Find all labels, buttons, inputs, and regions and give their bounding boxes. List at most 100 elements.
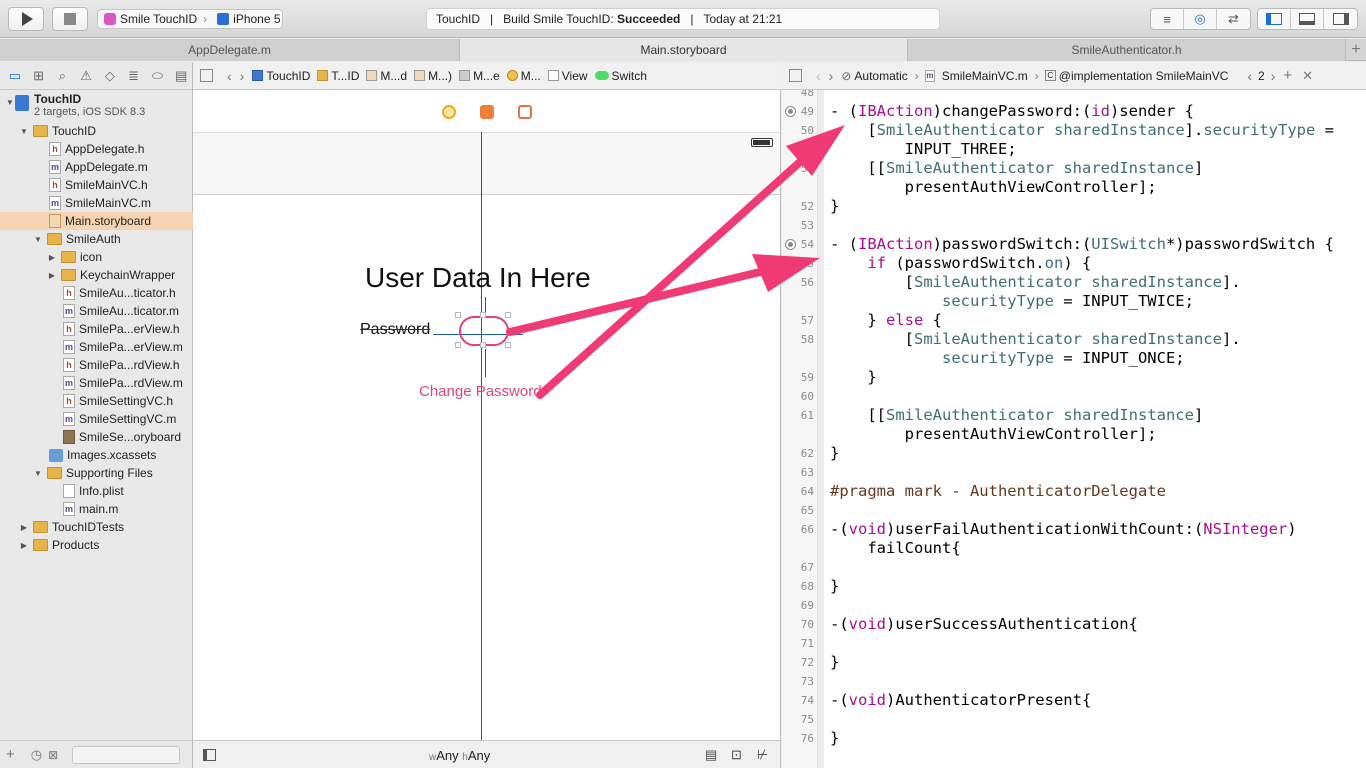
jump-item[interactable]: C @implementation SmileMainVC	[1044, 69, 1228, 83]
first-responder-icon[interactable]	[480, 105, 494, 119]
jump-item[interactable]: TouchID	[252, 69, 310, 83]
warning-icon[interactable]: ⚠	[75, 66, 97, 86]
exit-icon[interactable]	[518, 105, 532, 119]
code-line: - (IBAction)changePassword:(id)sender {	[830, 102, 1194, 120]
folder-icon[interactable]: ▭	[4, 66, 26, 86]
size-class-selector[interactable]: wAny hAny	[429, 748, 490, 763]
title-label[interactable]: User Data In Here	[365, 262, 591, 294]
related-items-icon[interactable]	[200, 69, 213, 82]
add-icon[interactable]: +	[6, 746, 15, 763]
source-editor[interactable]: 48 49 50 51 52 53 54 55 56 57 58 59 60 6…	[782, 90, 1366, 768]
list-item[interactable]: ▶ Products	[0, 536, 193, 554]
stop-button[interactable]	[52, 7, 88, 31]
debug-icon[interactable]: ≣	[123, 66, 145, 86]
resolve-icon[interactable]: ⊬	[757, 747, 768, 763]
code-line: }	[830, 368, 877, 386]
back-icon[interactable]: ‹	[227, 68, 232, 84]
list-item[interactable]: m SmilePa...erView.m	[0, 338, 193, 356]
view-controller-icon[interactable]	[442, 105, 456, 119]
forward-icon[interactable]: ›	[240, 68, 245, 84]
jump-item[interactable]: ⊘ Automatic	[841, 69, 907, 83]
jump-item[interactable]: Switch	[594, 69, 647, 83]
counterpart-forward-icon[interactable]: ›	[1271, 68, 1276, 84]
align-icon[interactable]: ▤	[705, 747, 717, 763]
line-number: 59	[800, 371, 814, 384]
add-tab-button[interactable]: +	[1346, 39, 1366, 60]
jump-item[interactable]: M...d	[366, 69, 407, 83]
project-icon	[252, 70, 264, 81]
test-diamond-icon[interactable]: ◇	[99, 66, 121, 86]
resize-handle[interactable]	[505, 312, 511, 318]
resize-handle[interactable]	[480, 312, 486, 318]
scheme-selector[interactable]: Smile TouchID › iPhone 5	[97, 9, 283, 29]
scheme-device-label: iPhone 5	[233, 12, 281, 26]
jump-item[interactable]: T...ID	[317, 69, 359, 83]
interface-builder-canvas[interactable]: User Data In Here Password Change Passwo…	[193, 90, 781, 740]
list-item[interactable]: h SmileAu...ticator.h	[0, 284, 193, 302]
toggle-debug-button[interactable]	[1291, 9, 1324, 29]
resize-handle[interactable]	[480, 342, 486, 348]
list-item[interactable]: m SmileSettingVC.m	[0, 410, 193, 428]
jump-label: M...	[520, 68, 541, 83]
document-outline-icon[interactable]	[203, 749, 216, 761]
jump-item[interactable]: M...e	[459, 69, 500, 83]
jump-item[interactable]: M...	[506, 68, 541, 83]
pin-icon[interactable]: ⊡	[731, 747, 742, 763]
password-label[interactable]: Password	[360, 321, 430, 339]
jump-label: M...)	[428, 68, 453, 83]
scene-dock	[193, 90, 780, 134]
list-item[interactable]: h AppDelegate.h	[0, 140, 193, 158]
related-items-icon[interactable]	[789, 69, 802, 82]
filter-input[interactable]	[72, 745, 181, 764]
list-item[interactable]: ▶ TouchIDTests	[0, 518, 193, 536]
close-icon[interactable]: ✕	[1302, 68, 1313, 84]
report-icon[interactable]: ▤	[170, 66, 192, 86]
list-item[interactable]: m SmileAu...ticator.m	[0, 302, 193, 320]
list-item[interactable]: Info.plist	[0, 482, 193, 500]
list-item[interactable]: ▶ icon	[0, 248, 193, 266]
list-item[interactable]: m SmileMainVC.m	[0, 194, 193, 212]
list-item[interactable]: m AppDelegate.m	[0, 158, 193, 176]
toggle-utilities-button[interactable]	[1324, 9, 1357, 29]
add-editor-icon[interactable]: +	[1283, 67, 1292, 84]
toggle-navigator-button[interactable]	[1258, 9, 1291, 29]
list-item[interactable]: Images.xcassets	[0, 446, 193, 464]
list-item[interactable]: ▼ SmileAuth	[0, 230, 193, 248]
forward-icon[interactable]: ›	[829, 68, 834, 84]
line-number: 68	[800, 580, 814, 593]
tab-main-storyboard[interactable]: Main.storyboard	[460, 39, 908, 61]
back-icon[interactable]: ‹	[816, 68, 821, 84]
version-editor-button[interactable]: ⇄	[1217, 9, 1250, 29]
resize-handle[interactable]	[455, 342, 461, 348]
code-line: failCount{	[830, 539, 961, 557]
hierarchy-icon[interactable]: ⊞	[28, 66, 50, 86]
list-item[interactable]: SmileSe...oryboard	[0, 428, 193, 446]
clock-icon[interactable]: ◷	[31, 747, 42, 763]
counterpart-back-icon[interactable]: ‹	[1247, 68, 1252, 84]
list-item[interactable]: ▶ KeychainWrapper	[0, 266, 193, 284]
list-item-selected[interactable]: Main.storyboard	[0, 212, 193, 230]
breakpoint-icon[interactable]: ⬭	[147, 66, 169, 86]
resize-handle[interactable]	[455, 312, 461, 318]
jump-item[interactable]: View	[547, 69, 588, 83]
change-password-button[interactable]: Change Password	[419, 383, 542, 400]
list-item[interactable]: h SmilePa...rdView.h	[0, 356, 193, 374]
jump-item[interactable]: m SmileMainVC.m	[924, 69, 1028, 83]
run-button[interactable]	[8, 7, 44, 31]
list-item[interactable]: m main.m	[0, 500, 193, 518]
project-root[interactable]: ▼ TouchID 2 targets, iOS SDK 8.3	[0, 91, 193, 121]
jump-item[interactable]: M...)	[414, 69, 452, 83]
standard-editor-button[interactable]: ≡	[1151, 9, 1184, 29]
list-item[interactable]: h SmileSettingVC.h	[0, 392, 193, 410]
list-item[interactable]: ▼ Supporting Files	[0, 464, 193, 482]
assistant-editor-button[interactable]: ◎	[1184, 9, 1217, 29]
list-item[interactable]: h SmilePa...erView.h	[0, 320, 193, 338]
scm-filter-icon[interactable]: ⊠	[48, 748, 58, 762]
tab-appdelegate[interactable]: AppDelegate.m	[0, 39, 460, 61]
list-item[interactable]: h SmileMainVC.h	[0, 176, 193, 194]
search-icon[interactable]: ⌕	[52, 66, 74, 86]
list-item[interactable]: ▼ TouchID	[0, 122, 193, 140]
list-item[interactable]: m SmilePa...rdView.m	[0, 374, 193, 392]
tab-smileauthenticator[interactable]: SmileAuthenticator.h	[908, 39, 1346, 61]
resize-handle[interactable]	[505, 342, 511, 348]
